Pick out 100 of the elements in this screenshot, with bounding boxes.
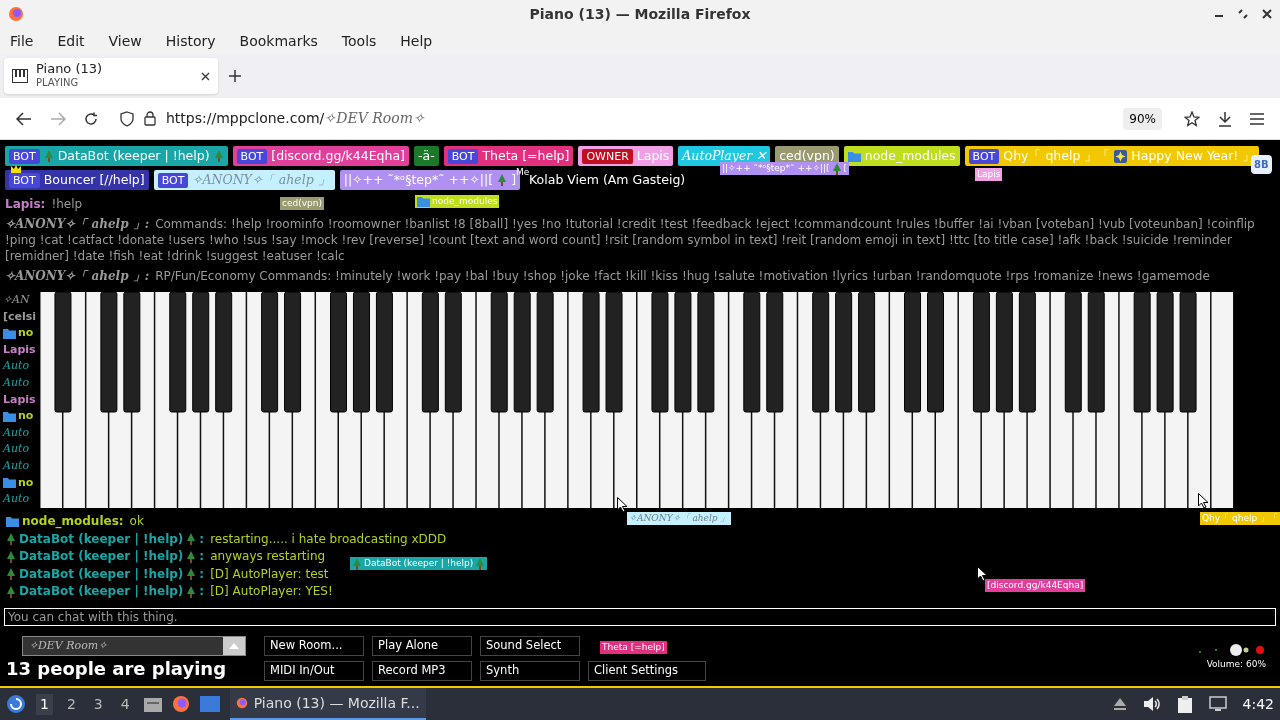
chat-fragment: no [18, 325, 34, 342]
browser-tab[interactable]: Piano (13) PLAYING [4, 58, 218, 94]
start-menu-icon[interactable] [6, 694, 26, 714]
browser-logo-icon[interactable] [171, 695, 190, 713]
menu-item[interactable]: Edit [57, 30, 85, 52]
lock-icon[interactable] [144, 111, 156, 126]
window-icon[interactable] [199, 696, 220, 712]
menu-item[interactable]: File [10, 30, 34, 52]
name-text: DataBot (keeper | !help) [19, 583, 184, 600]
download-icon[interactable] [1218, 110, 1232, 127]
clipboard-icon[interactable] [1176, 695, 1193, 713]
folder-icon [6, 516, 19, 528]
tree-icon [475, 557, 486, 570]
menu-button[interactable]: Client Settings [588, 661, 706, 681]
workspace-button[interactable]: 1 [36, 693, 53, 715]
menu-item[interactable]: Bookmarks [239, 30, 318, 52]
message-text: [D] AutoPlayer: YES! [210, 583, 333, 600]
eject-icon[interactable] [1112, 696, 1127, 712]
tree-icon [6, 533, 16, 546]
back-icon[interactable] [16, 111, 32, 126]
name-text: Qhy「 qhelp 」「 [1003, 146, 1111, 165]
role-badge: OWNER [582, 148, 633, 164]
name-text: : [199, 530, 205, 548]
tab-title: Piano (13) [36, 62, 103, 76]
menu-button[interactable]: Play Alone [372, 636, 472, 656]
user-tag[interactable]: BOT [discord.gg/k44Eqha] [232, 146, 409, 166]
workspace-button[interactable]: 4 [116, 693, 134, 715]
tree-icon [43, 150, 54, 162]
user-tag[interactable]: BOT Bouncer [//help] [5, 170, 149, 190]
role-badge: BOT [9, 172, 40, 188]
user-tag[interactable]: BOT Theta [=help] [443, 146, 574, 166]
browser-logo-icon [235, 695, 248, 711]
name-text: node_modules: [22, 513, 124, 531]
user-tag[interactable]: OWNER Lapis [578, 146, 674, 166]
menu-item[interactable]: Help [400, 30, 433, 52]
message-text: anyways restarting [210, 548, 326, 565]
name-text: ✧ANONY✧「 ahelp 」 [192, 170, 331, 189]
name-text: node_modules [864, 146, 956, 165]
taskbar-task[interactable]: Piano (13) — Mozilla F... [229, 688, 426, 720]
name-text: DataBot (keeper | !help) [19, 530, 184, 548]
chat-message: ✧ANONY✧「 ahelp 」: Commands: !help !roominfo !roomowner !banlist !8 [8ball] !yes !no !tutorial !credit !test !feedback !eject !commandcount !rules !buffer !ai !vban [voteban] !vub [voteunban] !coinflip !ping !cat !catfact !donate !users !who !sus !say !mock !rev [reverse] !count [text and word count] !rsit [random symbol in text] !reit [random emoji in text] !ttc [to title case] !afk !back !suicide !reminder [remidner] !date !fish !eat !drink !suggest !eatuser !calc [5, 216, 1256, 264]
browser-logo-icon [8, 6, 24, 22]
new-tab-icon[interactable] [228, 69, 242, 83]
room-select[interactable]: ✧DEV Room✧ [22, 636, 246, 656]
name-text: Qhy「 qhelp 」「 [1202, 511, 1278, 525]
cursor-icon [1198, 493, 1209, 509]
menu-item[interactable]: History [165, 30, 216, 52]
url-text: https://mppclone.com/✧DEV Room✧ [166, 109, 425, 128]
name-text: : [199, 565, 205, 583]
chat-fragment: no [18, 474, 34, 491]
role-badge: BOT [447, 148, 479, 164]
workspace-button[interactable]: 3 [89, 693, 107, 715]
file-manager-icon[interactable] [143, 696, 162, 712]
folder-icon [847, 150, 861, 162]
name-text: [discord.gg/k44Eqha] [271, 146, 405, 165]
reload-icon[interactable] [84, 111, 98, 126]
user-tag[interactable]: BOT DataBot (keeper | !help) [5, 146, 228, 166]
name-text: ] [511, 170, 517, 189]
menu-button[interactable]: Record MP3 [372, 661, 472, 681]
chat-fragment: no [18, 408, 34, 425]
close-icon[interactable] [1262, 9, 1272, 19]
name-text: DataBot (keeper | !help) [364, 556, 474, 570]
name-text: Theta [=help] [602, 640, 665, 654]
name-text: : [199, 548, 205, 565]
window-title: Piano (13) — Mozilla Firefox [529, 4, 751, 24]
speaker-icon[interactable] [1142, 696, 1161, 712]
menu-icon[interactable] [1250, 112, 1264, 125]
name-text: node_modules [432, 194, 498, 208]
network-icon[interactable] [1208, 696, 1227, 712]
cursor-icon [977, 566, 988, 582]
piano-keyboard-drawing[interactable] [40, 292, 1234, 508]
star-icon[interactable] [1184, 110, 1200, 127]
menu-item[interactable]: View [108, 30, 142, 52]
menu-button[interactable]: Sound Select [480, 636, 580, 656]
close-icon[interactable] [201, 71, 210, 81]
user-tag[interactable]: BOT ✧ANONY✧「 ahelp 」 [153, 170, 335, 190]
chat-fragment: Auto [3, 441, 30, 458]
chat-input[interactable]: You can chat with this thing. [4, 608, 1276, 626]
name-text: DataBot (keeper | !help) [19, 565, 184, 583]
chat-message: Lapis: !help [5, 196, 83, 212]
chat-fragment: Auto [3, 424, 30, 441]
message-text: [D] AutoPlayer: test [210, 565, 329, 583]
name-text: DataBot (keeper | !help) [19, 548, 184, 565]
menu-item[interactable]: Tools [341, 30, 377, 52]
tree-icon [497, 174, 508, 186]
shield-icon[interactable] [120, 110, 134, 127]
menu-button[interactable]: MIDI In/Out [264, 661, 364, 681]
piano-icon [12, 69, 28, 83]
tree-icon [186, 585, 197, 598]
name-text: Kolab Viem (Am Gasteig) [529, 171, 686, 189]
tree-icon [6, 568, 16, 581]
chat-message: ✧ANONY✧「 ahelp 」: RP/Fun/Economy Commands: !minutely !work !pay !bal !buy !shop !joke !fact !kill !kiss !hug !salute !motivation !lyrics !urban !randomquote !rps !romanize !news !gamemode [5, 268, 1210, 284]
name-text: DataBot (keeper | !help) [57, 146, 210, 165]
workspace-button[interactable]: 2 [62, 693, 80, 715]
zoom-level[interactable]: 90% [1123, 107, 1162, 130]
maximize-icon[interactable] [1238, 9, 1248, 19]
menu-button[interactable]: Synth [480, 661, 580, 681]
corner-badge[interactable]: 8B [1251, 155, 1272, 174]
tree-icon [352, 557, 362, 570]
menu-button[interactable]: New Room... [264, 636, 364, 656]
